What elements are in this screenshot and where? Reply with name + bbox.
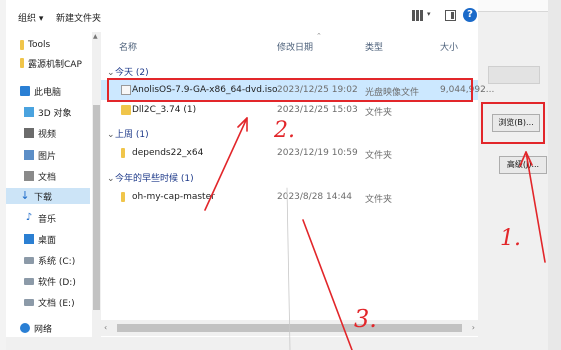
nav-item-label: 网络 [34, 324, 53, 335]
nav-item-videos[interactable]: 视频 [24, 125, 56, 141]
dialog-footer [6, 337, 478, 350]
nav-item-label: 3D 对象 [38, 108, 72, 119]
nav-item-label: 系统 (C:) [38, 256, 76, 267]
group-header-last-week[interactable]: ⌄上周 (1) [107, 127, 149, 140]
annotation-highlight-browse [481, 102, 545, 144]
nav-item-drive-d[interactable]: 软件 (D:) [24, 273, 76, 289]
column-header-size[interactable]: 大小 [440, 40, 458, 53]
folder-icon [121, 105, 131, 115]
folder-icon [20, 40, 24, 50]
chevron-down-icon: ⌄ [107, 68, 115, 78]
file-row-depends[interactable]: depends22_x64 2023/12/19 10:59 文件夹 [101, 143, 478, 163]
annotation-highlight-file [107, 78, 473, 102]
folder-icon [20, 58, 24, 68]
file-type: 文件夹 [365, 195, 393, 205]
help-icon[interactable]: ? [463, 8, 477, 22]
annotation-step1-label: 1. [500, 226, 521, 251]
nav-item-3d-objects[interactable]: 3D 对象 [24, 104, 72, 120]
nav-item-network[interactable]: 网络 [20, 320, 52, 336]
drive-icon [24, 256, 34, 264]
organize-menu[interactable]: 组织 ▾ [18, 11, 43, 24]
folder-icon [121, 192, 125, 202]
music-icon: ♪ [25, 212, 33, 223]
file-type: 文件夹 [365, 108, 393, 118]
scroll-up-icon[interactable]: ▲ [93, 33, 98, 40]
network-icon [20, 323, 30, 333]
group-header-earlier-this-year[interactable]: ⌄今年的早些时候 (1) [107, 171, 194, 184]
horizontal-scroll-thumb[interactable] [117, 324, 462, 332]
nav-item-label: 露源机制CAP [28, 59, 82, 70]
drive-icon [24, 298, 34, 306]
drive-icon [24, 277, 34, 285]
group-header-today[interactable]: ⌄今天 (2) [107, 65, 149, 78]
group-label: 上周 (1) [115, 130, 149, 140]
navigation-pane: Tools 露源机制CAP 此电脑 3D 对象 视频 图片 文档 ↓ 下载 ♪ 音乐… [6, 32, 92, 350]
nav-item-drive-c[interactable]: 系统 (C:) [24, 252, 75, 268]
annotation-step2-label: 2. [274, 118, 295, 143]
sort-indicator-icon: ⌃ [316, 32, 322, 40]
download-icon: ↓ [20, 189, 30, 202]
nav-item-this-pc[interactable]: 此电脑 [20, 83, 61, 99]
file-name: Dll2C_3.74 (1) [132, 105, 197, 115]
view-options-icon[interactable] [411, 9, 425, 22]
nav-item-tools[interactable]: Tools [20, 37, 50, 53]
nav-item-label: 文档 (E:) [38, 298, 75, 309]
nav-item-label: 视频 [38, 129, 57, 140]
file-row-dll2c[interactable]: Dll2C_3.74 (1) 2023/12/25 15:03 文件夹 [101, 100, 478, 120]
this-pc-icon [20, 86, 30, 96]
preview-pane-icon[interactable] [445, 10, 456, 21]
nav-item-desktop[interactable]: 桌面 [24, 231, 56, 247]
nav-scroll-thumb[interactable] [93, 105, 100, 310]
horizontal-scrollbar[interactable]: ‹ › [101, 320, 478, 336]
scroll-right-icon[interactable]: › [472, 323, 475, 332]
folder-icon [121, 148, 125, 158]
nav-item-music[interactable]: ♪ 音乐 [24, 210, 56, 226]
column-header-type[interactable]: 类型 [365, 40, 383, 53]
chevron-down-icon: ⌄ [107, 174, 115, 184]
column-header-name[interactable]: 名称 [119, 40, 137, 53]
scroll-left-icon[interactable]: ‹ [104, 323, 107, 332]
view-options-dropdown-icon[interactable]: ▾ [427, 10, 431, 18]
nav-item-label: 此电脑 [34, 87, 62, 98]
file-open-dialog: 组织 ▾ 新建文件夹 ▾ ? Tools 露源机制CAP 此电脑 3D 对象 视… [6, 0, 494, 350]
file-row-oh-my-cap[interactable]: oh-my-cap-master 2023/8/28 14:44 文件夹 [101, 187, 478, 207]
desktop-icon [24, 234, 34, 244]
3d-objects-icon [24, 107, 34, 117]
group-label: 今天 (2) [115, 68, 149, 78]
nav-item-label: 下载 [34, 192, 53, 203]
video-icon [24, 128, 34, 138]
nav-item-cap[interactable]: 露源机制CAP [20, 55, 82, 71]
background-window-field [488, 66, 540, 84]
nav-item-label: 桌面 [38, 235, 57, 246]
documents-icon [24, 171, 34, 181]
file-name: oh-my-cap-master [132, 192, 215, 202]
nav-item-label: Tools [28, 40, 51, 50]
dialog-toolbar: 组织 ▾ 新建文件夹 ▾ ? [6, 0, 478, 32]
nav-item-documents[interactable]: 文档 [24, 168, 56, 184]
nav-item-pictures[interactable]: 图片 [24, 147, 56, 163]
nav-item-label: 软件 (D:) [38, 277, 76, 288]
annotation-step3-label: 3. [354, 305, 377, 333]
nav-item-label: 图片 [38, 151, 57, 162]
chevron-down-icon: ⌄ [107, 130, 115, 140]
nav-item-drive-e[interactable]: 文档 (E:) [24, 294, 75, 310]
nav-item-label: 文档 [38, 172, 57, 183]
nav-item-downloads[interactable]: ↓ 下载 [6, 188, 90, 204]
pictures-icon [24, 150, 34, 160]
file-type: 文件夹 [365, 151, 393, 161]
file-name: depends22_x64 [132, 148, 204, 158]
advanced-button[interactable]: 高级(J)... [499, 156, 547, 174]
file-modified: 2023/12/25 15:03 [277, 105, 358, 115]
background-window-right-edge [548, 0, 561, 350]
new-folder-button[interactable]: 新建文件夹 [56, 11, 101, 24]
file-modified: 2023/12/19 10:59 [277, 148, 358, 158]
file-modified: 2023/8/28 14:44 [277, 192, 352, 202]
nav-item-label: 音乐 [38, 214, 57, 225]
column-header-modified[interactable]: 修改日期 [277, 40, 313, 53]
group-label: 今年的早些时候 (1) [115, 174, 194, 184]
